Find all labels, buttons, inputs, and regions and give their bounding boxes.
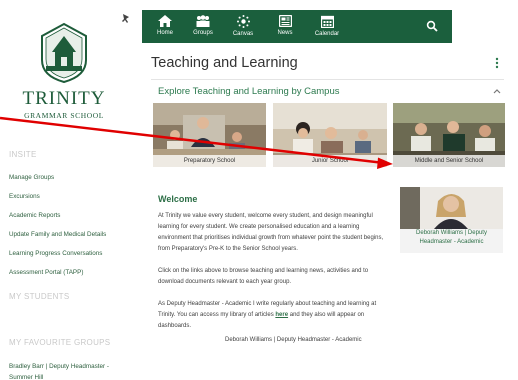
welcome-paragraph-1: At Trinity we value every student, welco… (158, 213, 384, 252)
nav-canvas[interactable]: Canvas (228, 10, 258, 43)
top-navigation: Home Groups Canvas News Calendar (142, 10, 452, 43)
my-favourite-groups-heading: MY FAVOURITE GROUPS (9, 338, 111, 347)
news-icon (278, 15, 292, 27)
school-name: TRINITY (22, 88, 106, 109)
sidebar: TRINITY GRAMMAR SCHOOL INSITE Manage Gro… (0, 0, 122, 380)
home-icon (158, 15, 172, 27)
welcome-paragraph-2: Click on the links above to browse teach… (158, 268, 369, 285)
campus-label-junior: Junior School (273, 155, 387, 167)
nav-canvas-label: Canvas (232, 31, 254, 37)
articles-here-link[interactable]: here (275, 312, 288, 318)
deputy-caption-line-2: Headmaster - Academic (419, 239, 484, 245)
school-logo[interactable]: TRINITY GRAMMAR SCHOOL (18, 22, 110, 128)
campus-tile-middle-senior[interactable]: Middle and Senior School (393, 103, 505, 167)
insite-heading: INSITE (9, 150, 37, 159)
sidebar-link-learning-progress[interactable]: Learning Progress Conversations (9, 250, 102, 257)
nav-news-label: News (277, 30, 293, 36)
sidebar-link-manage-groups[interactable]: Manage Groups (9, 174, 54, 181)
sidebar-link-assessment-portal[interactable]: Assessment Portal (TAPP) (9, 269, 83, 276)
campus-section-title[interactable]: Explore Teaching and Learning by Campus (158, 86, 340, 97)
my-students-heading: MY STUDENTS (9, 292, 70, 301)
pin-icon[interactable] (120, 13, 132, 25)
deputy-caption: Deborah Williams | Deputy Headmaster - A… (400, 229, 503, 247)
chevron-up-icon[interactable] (492, 86, 502, 96)
search-icon[interactable] (426, 20, 438, 32)
groups-icon (196, 15, 210, 27)
campus-tile-junior[interactable]: Junior School (273, 103, 387, 167)
school-subtitle: GRAMMAR SCHOOL (24, 111, 104, 120)
nav-calendar-label: Calendar (314, 31, 340, 37)
favourite-group-link[interactable]: Bradley Barr | Deputy Headmaster - Summe… (9, 361, 117, 380)
nav-groups-label: Groups (193, 30, 213, 36)
nav-home-label: Home (156, 30, 173, 36)
page-title: Teaching and Learning (151, 55, 298, 71)
campus-label-middle-senior: Middle and Senior School (393, 155, 505, 167)
sidebar-link-excursions[interactable]: Excursions (9, 193, 40, 200)
header-divider (151, 79, 504, 80)
deputy-photo (400, 187, 503, 229)
nav-home[interactable]: Home (150, 10, 180, 43)
nav-groups[interactable]: Groups (188, 10, 218, 43)
canvas-icon (236, 15, 250, 28)
deputy-caption-line-1: Deborah Williams | Deputy (416, 230, 487, 236)
more-options-icon[interactable] (493, 56, 501, 70)
sidebar-link-academic-reports[interactable]: Academic Reports (9, 212, 60, 219)
crest-icon (41, 22, 87, 84)
welcome-heading: Welcome (158, 194, 198, 204)
welcome-signature: Deborah Williams | Deputy Headmaster - A… (225, 337, 362, 343)
nav-calendar[interactable]: Calendar (310, 10, 344, 43)
calendar-icon (320, 15, 334, 28)
campus-label-preparatory: Preparatory School (153, 155, 266, 167)
sidebar-link-update-details[interactable]: Update Family and Medical Details (9, 231, 106, 238)
nav-news[interactable]: News (270, 10, 300, 43)
welcome-paragraph-3: As Deputy Headmaster - Academic I write … (158, 299, 386, 332)
deputy-profile-card[interactable]: Deborah Williams | Deputy Headmaster - A… (400, 187, 503, 253)
campus-tile-preparatory[interactable]: Preparatory School (153, 103, 266, 167)
